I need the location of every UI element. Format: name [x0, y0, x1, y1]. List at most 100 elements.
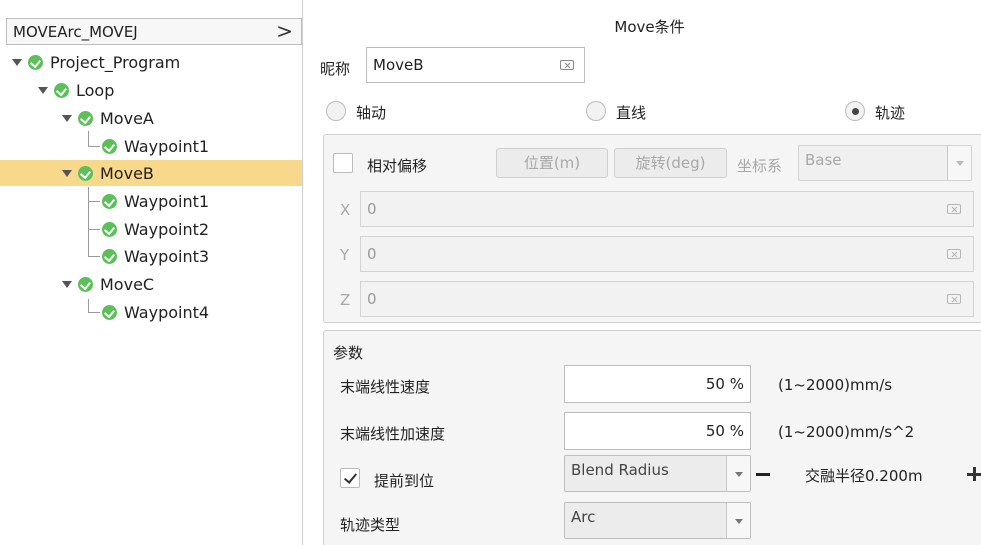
panel-title: Move条件: [614, 18, 685, 36]
check-circle-icon: [78, 110, 93, 126]
radio-joint-label[interactable]: 轴动: [356, 102, 386, 123]
tree-node-loop[interactable]: Loop: [38, 77, 114, 103]
position-button[interactable]: 位置(m): [496, 148, 608, 178]
tree-node-movea[interactable]: MoveA: [62, 105, 154, 131]
check-circle-icon: [78, 165, 93, 181]
chevron-down-icon[interactable]: [947, 146, 971, 180]
tree-node-label: Waypoint1: [124, 191, 210, 211]
nickname-input[interactable]: MoveB: [366, 47, 585, 83]
z-value: 0: [367, 290, 377, 308]
radio-linear-label[interactable]: 直线: [616, 102, 646, 123]
caret-down-icon[interactable]: [12, 58, 22, 66]
tree-node-label: MoveC: [100, 274, 155, 294]
tree-node-waypoint[interactable]: Waypoint1: [102, 188, 209, 214]
minus-icon[interactable]: [756, 473, 770, 476]
tree-node-label: Loop: [76, 80, 115, 100]
params-title: 参数: [333, 344, 364, 362]
program-name: MOVEArc_MOVEJ: [13, 23, 138, 41]
relative-offset-checkbox[interactable]: [333, 153, 353, 173]
check-circle-icon: [54, 82, 69, 98]
x-value: 0: [367, 200, 377, 218]
caret-down-icon[interactable]: [38, 86, 48, 94]
plus-icon[interactable]: [967, 467, 981, 481]
tree-node-label: Waypoint1: [124, 136, 210, 156]
early-arrival-checkbox[interactable]: [340, 468, 360, 488]
clear-icon[interactable]: [947, 249, 961, 259]
nickname-value: MoveB: [373, 56, 424, 74]
check-circle-icon: [102, 221, 117, 237]
clear-icon[interactable]: [947, 294, 961, 304]
relative-offset-label[interactable]: 相对偏移: [367, 155, 427, 176]
tree-connector: [88, 187, 89, 257]
check-circle-icon: [102, 248, 117, 264]
tree-connector: [88, 131, 89, 146]
chevron-down-icon[interactable]: [726, 456, 750, 491]
offset-group: 相对偏移 位置(m) 旋转(deg) 坐标系 Base X 0 Y 0 Z 0: [323, 134, 981, 323]
rotation-button[interactable]: 旋转(deg): [614, 148, 727, 178]
blend-mode-value: Blend Radius: [571, 461, 669, 479]
linear-speed-label: 末端线性速度: [340, 378, 431, 396]
tree-connector: [88, 201, 100, 202]
trajectory-type-value: Arc: [571, 508, 596, 526]
blend-mode-select[interactable]: Blend Radius: [564, 455, 751, 492]
trajectory-type-select[interactable]: Arc: [564, 502, 751, 539]
tree-node-label: MoveA: [100, 108, 154, 128]
tree-node-label: Waypoint2: [124, 219, 210, 239]
tree-node-project-program[interactable]: Project_Program: [12, 49, 180, 75]
tree-node-waypoint[interactable]: Waypoint4: [102, 299, 209, 325]
nickname-label: 昵称: [320, 60, 351, 78]
radio-trajectory-label[interactable]: 轨迹: [875, 102, 905, 123]
linear-acc-label: 末端线性加速度: [340, 425, 446, 443]
tree-connector: [88, 256, 100, 257]
check-circle-icon: [28, 54, 43, 70]
z-input[interactable]: 0: [360, 281, 974, 317]
check-circle-icon: [102, 193, 117, 209]
tree-node-movec[interactable]: MoveC: [62, 271, 154, 297]
radio-linear[interactable]: [586, 101, 606, 121]
blend-radius-value: 交融半径0.200m: [805, 467, 923, 485]
params-group: 参数 末端线性速度 50 % (1~2000)mm/s 末端线性加速度 50 %…: [323, 330, 981, 545]
check-circle-icon: [78, 276, 93, 292]
tree-connector: [88, 146, 100, 147]
x-input[interactable]: 0: [360, 191, 974, 227]
tree-connector: [88, 229, 100, 230]
linear-speed-range: (1~2000)mm/s: [778, 376, 893, 394]
tree-node-label: Waypoint3: [124, 246, 210, 266]
tree-connector: [88, 299, 89, 312]
radio-joint[interactable]: [326, 101, 346, 121]
y-label: Y: [340, 246, 350, 264]
move-condition-panel: Move条件 昵称 MoveB 轴动 直线 轨迹 相对偏移 位置(m) 旋转(d…: [318, 0, 981, 545]
check-circle-icon: [102, 304, 117, 320]
linear-acc-range: (1~2000)mm/s^2: [778, 423, 915, 441]
tree-connector: [88, 312, 100, 313]
z-label: Z: [340, 291, 351, 309]
caret-down-icon[interactable]: [62, 280, 72, 288]
linear-acc-input[interactable]: 50 %: [564, 412, 751, 450]
chevron-right-icon[interactable]: >: [276, 19, 293, 43]
clear-icon[interactable]: [560, 60, 574, 70]
linear-speed-input[interactable]: 50 %: [564, 365, 751, 403]
tree-header[interactable]: MOVEArc_MOVEJ >: [6, 18, 302, 45]
tree-node-label: MoveB: [100, 163, 154, 183]
program-tree-panel: MOVEArc_MOVEJ > Project_Program Loop Mov…: [0, 0, 303, 545]
tree-node-label: Waypoint4: [124, 302, 210, 322]
tree-node-waypoint[interactable]: Waypoint2: [102, 216, 209, 242]
early-arrival-label[interactable]: 提前到位: [374, 470, 434, 491]
coordinate-system-select[interactable]: Base: [798, 145, 972, 181]
x-label: X: [340, 201, 351, 219]
tree-node-moveb[interactable]: MoveB: [0, 160, 302, 186]
coordinate-system-label: 坐标系: [737, 157, 783, 175]
radio-trajectory[interactable]: [845, 101, 865, 121]
y-input[interactable]: 0: [360, 236, 974, 272]
caret-down-icon[interactable]: [62, 169, 72, 177]
check-circle-icon: [102, 138, 117, 154]
caret-down-icon[interactable]: [62, 114, 72, 122]
trajectory-type-label: 轨迹类型: [340, 516, 401, 534]
coordinate-system-value: Base: [805, 151, 842, 169]
y-value: 0: [367, 245, 377, 263]
tree-node-waypoint[interactable]: Waypoint1: [102, 133, 209, 159]
clear-icon[interactable]: [947, 204, 961, 214]
tree-node-label: Project_Program: [50, 52, 181, 72]
tree-node-waypoint[interactable]: Waypoint3: [102, 243, 209, 269]
chevron-down-icon[interactable]: [726, 503, 750, 538]
